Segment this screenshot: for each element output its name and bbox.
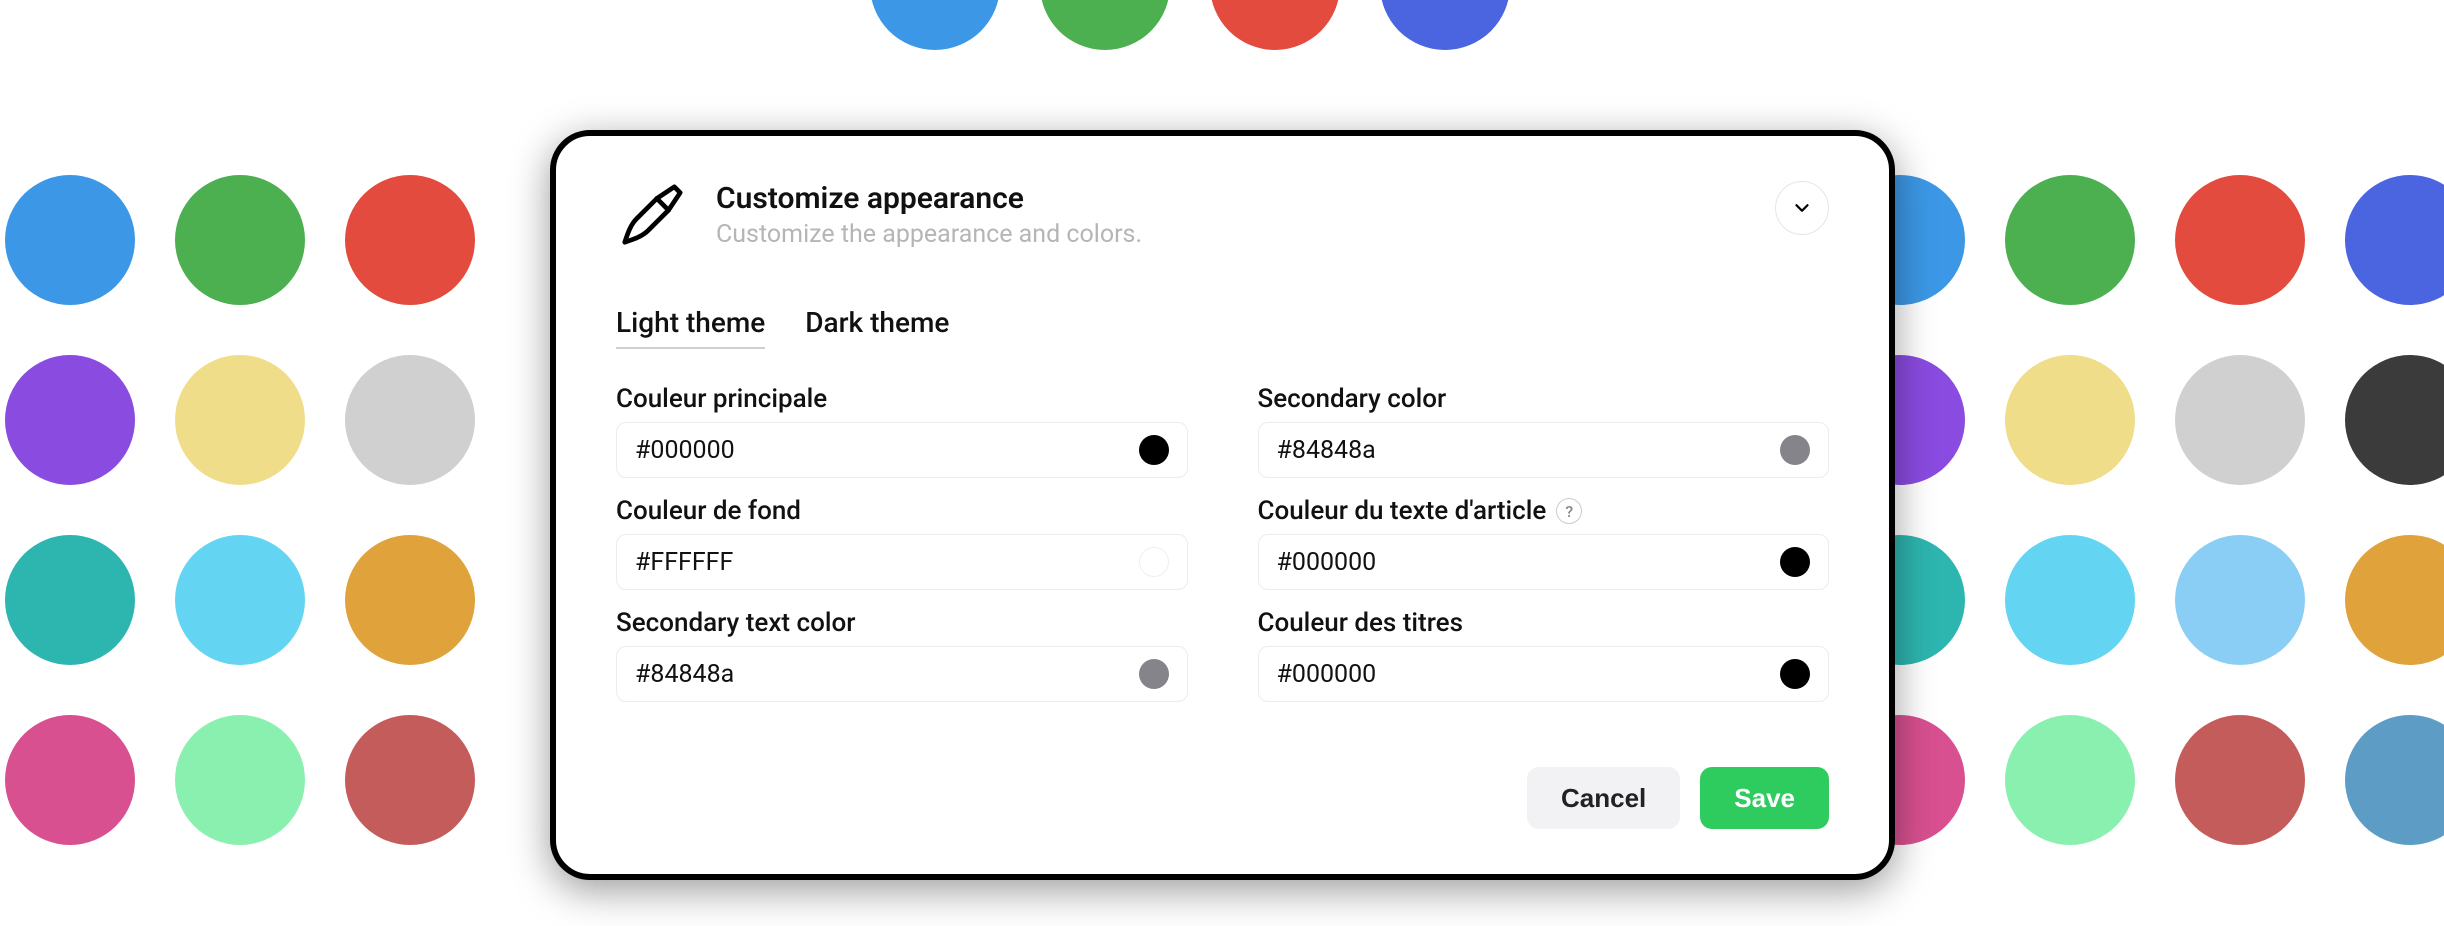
- color-swatch: [1780, 659, 1810, 689]
- bg-dot: [5, 715, 135, 845]
- bg-dot: [175, 355, 305, 485]
- field-article-text-color: Couleur du texte d'article ? #000000: [1258, 496, 1830, 590]
- appearance-card: Customize appearance Customize the appea…: [550, 130, 1895, 880]
- bg-dot: [345, 715, 475, 845]
- tab-dark-theme[interactable]: Dark theme: [805, 306, 949, 349]
- color-swatch: [1139, 659, 1169, 689]
- color-value: #000000: [635, 436, 735, 465]
- color-input-background[interactable]: #FFFFFF: [616, 534, 1188, 590]
- bg-dot: [5, 175, 135, 305]
- card-header: Customize appearance Customize the appea…: [616, 181, 1829, 251]
- field-primary-color: Couleur principale #000000: [616, 384, 1188, 478]
- color-value: #84848a: [635, 660, 734, 689]
- bg-dot: [2005, 715, 2135, 845]
- color-value: #000000: [1277, 548, 1377, 577]
- color-value: #84848a: [1277, 436, 1376, 465]
- bg-dot: [2005, 535, 2135, 665]
- field-label: Secondary text color: [616, 608, 1188, 638]
- bg-dot: [175, 535, 305, 665]
- bg-dot: [175, 175, 305, 305]
- field-label-text: Couleur du texte d'article: [1258, 496, 1547, 526]
- bg-dot: [2175, 715, 2305, 845]
- brush-icon: [616, 181, 686, 251]
- field-label: Couleur des titres: [1258, 608, 1830, 638]
- color-input-article-text[interactable]: #000000: [1258, 534, 1830, 590]
- field-secondary-text-color: Secondary text color #84848a: [616, 608, 1188, 702]
- color-swatch: [1780, 435, 1810, 465]
- color-input-primary[interactable]: #000000: [616, 422, 1188, 478]
- bg-dot: [1040, 0, 1170, 50]
- bg-dot: [870, 0, 1000, 50]
- cancel-button[interactable]: Cancel: [1527, 767, 1680, 829]
- bg-dot: [345, 535, 475, 665]
- bg-dot: [2175, 175, 2305, 305]
- tab-light-theme[interactable]: Light theme: [616, 306, 765, 349]
- color-input-titles[interactable]: #000000: [1258, 646, 1830, 702]
- color-input-secondary-text[interactable]: #84848a: [616, 646, 1188, 702]
- collapse-button[interactable]: [1775, 181, 1829, 235]
- bg-dot: [5, 535, 135, 665]
- bg-dot: [2175, 535, 2305, 665]
- header-subtitle: Customize the appearance and colors.: [716, 220, 1745, 249]
- save-button[interactable]: Save: [1700, 767, 1829, 829]
- help-icon[interactable]: ?: [1556, 498, 1582, 524]
- bg-dot: [2345, 535, 2444, 665]
- bg-dot: [5, 355, 135, 485]
- field-label: Couleur du texte d'article ?: [1258, 496, 1830, 526]
- field-title-color: Couleur des titres #000000: [1258, 608, 1830, 702]
- header-title: Customize appearance: [716, 181, 1745, 216]
- bg-dot: [2345, 715, 2444, 845]
- color-swatch: [1780, 547, 1810, 577]
- theme-tabs: Light theme Dark theme: [616, 306, 1829, 349]
- color-swatch: [1139, 547, 1169, 577]
- color-value: #FFFFFF: [635, 548, 733, 577]
- bg-dot: [175, 715, 305, 845]
- field-secondary-color: Secondary color #84848a: [1258, 384, 1830, 478]
- field-label: Couleur principale: [616, 384, 1188, 414]
- bg-dot: [345, 175, 475, 305]
- bg-dot: [2005, 175, 2135, 305]
- field-background-color: Couleur de fond #FFFFFF: [616, 496, 1188, 590]
- chevron-down-icon: [1791, 197, 1813, 219]
- bg-dot: [1210, 0, 1340, 50]
- color-fields: Couleur principale #000000 Secondary col…: [616, 384, 1829, 702]
- bg-dot: [2345, 355, 2444, 485]
- card-footer: Cancel Save: [616, 767, 1829, 829]
- bg-dot: [2175, 355, 2305, 485]
- field-label: Couleur de fond: [616, 496, 1188, 526]
- bg-dot: [1380, 0, 1510, 50]
- header-text: Customize appearance Customize the appea…: [716, 181, 1745, 249]
- bg-dot: [345, 355, 475, 485]
- color-value: #000000: [1277, 660, 1377, 689]
- field-label: Secondary color: [1258, 384, 1830, 414]
- color-input-secondary[interactable]: #84848a: [1258, 422, 1830, 478]
- color-swatch: [1139, 435, 1169, 465]
- bg-dot: [2345, 175, 2444, 305]
- bg-dot: [2005, 355, 2135, 485]
